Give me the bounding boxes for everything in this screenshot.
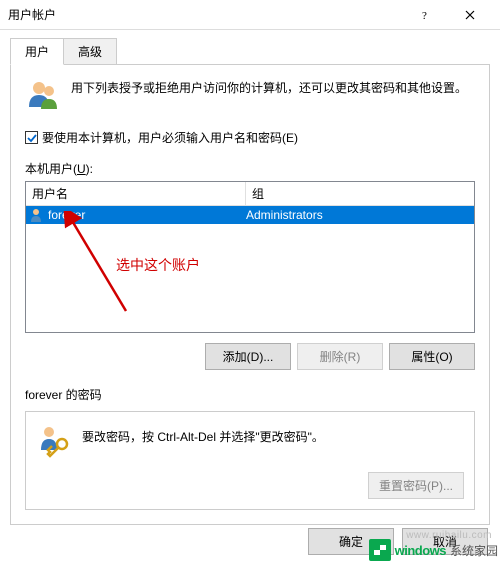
titlebar: 用户帐户 ?	[0, 0, 500, 30]
close-button[interactable]	[447, 0, 492, 29]
intro-row: 用下列表授予或拒绝用户访问你的计算机，还可以更改其密码和其他设置。	[25, 77, 475, 113]
reset-password-button: 重置密码(P)...	[368, 472, 464, 499]
cell-group: Administrators	[246, 208, 474, 222]
user-row[interactable]: forever Administrators	[26, 206, 474, 224]
watermark-brand1: windows	[395, 543, 446, 558]
require-login-label: 要使用本计算机，用户必须输入用户名和密码(E)	[42, 129, 298, 146]
help-button[interactable]: ?	[402, 0, 447, 29]
user-icon	[28, 207, 44, 223]
annotation-text: 选中这个账户	[116, 255, 200, 275]
key-user-icon	[36, 422, 72, 458]
watermark-logo-icon	[369, 539, 391, 561]
password-box: 要改密码，按 Ctrl-Alt-Del 并选择"更改密码"。 重置密码(P)..…	[25, 411, 475, 510]
add-button[interactable]: 添加(D)...	[205, 343, 291, 370]
users-listview[interactable]: 用户名 组 forever Administrators 选中这个账户	[25, 181, 475, 333]
window-title: 用户帐户	[8, 6, 402, 23]
require-login-checkbox-row[interactable]: 要使用本计算机，用户必须输入用户名和密码(E)	[25, 129, 475, 146]
checkbox-icon	[25, 131, 38, 144]
remove-button: 删除(R)	[297, 343, 383, 370]
password-button-row: 重置密码(P)...	[36, 472, 464, 499]
dialog-content: 用户 高级 用下列表授予或拒绝用户访问你的计算机，还可以更改其密码和其他设置。 …	[0, 30, 500, 533]
tab-users[interactable]: 用户	[10, 38, 64, 65]
svg-text:?: ?	[422, 10, 427, 20]
intro-text: 用下列表授予或拒绝用户访问你的计算机，还可以更改其密码和其他设置。	[71, 77, 467, 97]
tab-body-users: 用下列表授予或拒绝用户访问你的计算机，还可以更改其密码和其他设置。 要使用本计算…	[10, 65, 490, 525]
watermark: windows 系统家园	[369, 539, 498, 561]
tab-advanced[interactable]: 高级	[63, 38, 117, 64]
user-buttons-row: 添加(D)... 删除(R) 属性(O)	[25, 343, 475, 370]
watermark-brand2: 系统家园	[450, 542, 498, 559]
properties-button[interactable]: 属性(O)	[389, 343, 475, 370]
password-text: 要改密码，按 Ctrl-Alt-Del 并选择"更改密码"。	[82, 422, 324, 445]
password-section: forever 的密码 要改密码，按 Ctrl-Alt-Del 并选择"更改密码…	[25, 386, 475, 510]
tab-strip: 用户 高级	[10, 38, 490, 65]
users-icon	[25, 77, 61, 113]
col-header-group[interactable]: 组	[246, 182, 474, 205]
cell-username: forever	[48, 208, 246, 222]
password-section-label: forever 的密码	[25, 386, 475, 403]
local-users-label: 本机用户(U):	[25, 160, 475, 177]
listview-header: 用户名 组	[26, 182, 474, 206]
col-header-username[interactable]: 用户名	[26, 182, 246, 205]
arrow-icon	[25, 211, 146, 331]
password-intro: 要改密码，按 Ctrl-Alt-Del 并选择"更改密码"。	[36, 422, 464, 458]
